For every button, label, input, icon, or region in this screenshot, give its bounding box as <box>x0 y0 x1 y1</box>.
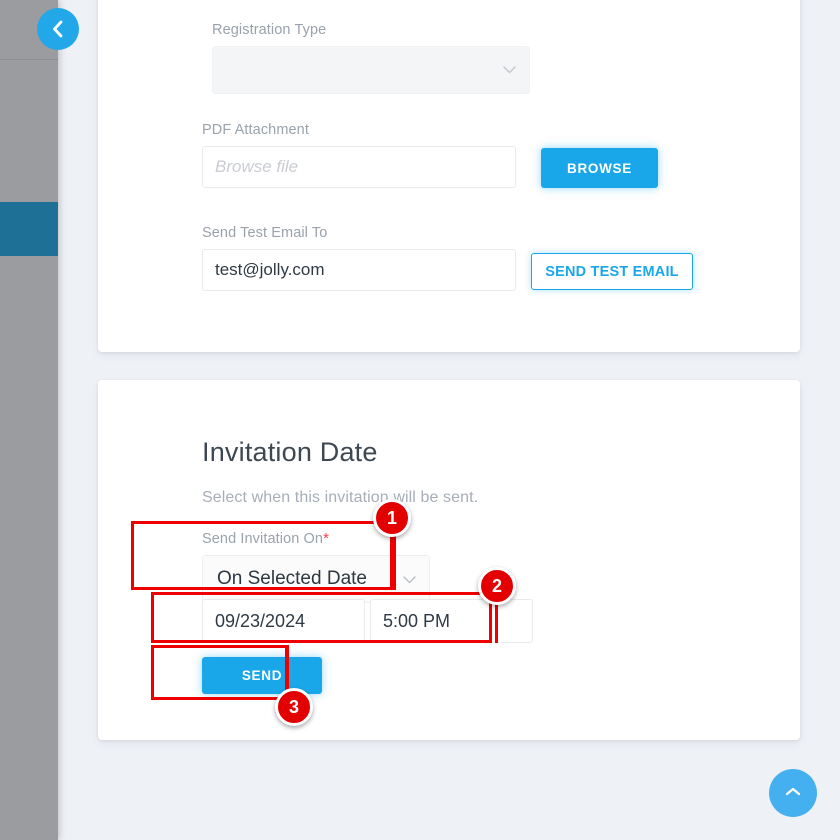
sidebar-item-3[interactable] <box>0 262 58 314</box>
invitation-date-input[interactable] <box>202 599 365 643</box>
card-subtitle: Select when this invitation will be sent… <box>202 489 479 506</box>
pdf-attachment-input[interactable] <box>202 146 516 188</box>
sidebar-item-1[interactable] <box>0 100 58 152</box>
send-test-email-input[interactable] <box>202 249 516 291</box>
send-invitation-on-label: Send Invitation On* <box>202 530 430 547</box>
send-invitation-on-field: Send Invitation On* On Selected Date <box>202 530 430 603</box>
page-title: Invitation Date <box>202 437 378 467</box>
scroll-to-top-button[interactable] <box>769 769 817 817</box>
sidebar-item-active[interactable] <box>0 202 58 256</box>
sidebar-collapse-button[interactable] <box>37 8 79 50</box>
main-content-area: Registration Type PDF Attachment BROWSE … <box>58 0 840 840</box>
sidebar-item-4[interactable] <box>0 314 58 366</box>
sidebar <box>0 0 58 840</box>
pdf-attachment-label: PDF Attachment <box>202 122 309 138</box>
browse-button[interactable]: BROWSE <box>541 148 658 188</box>
send-button[interactable]: SEND <box>202 657 322 694</box>
chevron-left-icon <box>50 19 66 39</box>
email-settings-card: Registration Type PDF Attachment BROWSE … <box>98 0 800 352</box>
send-invitation-on-select[interactable]: On Selected Date <box>202 555 430 603</box>
invitation-date-card: Invitation Date Select when this invitat… <box>98 380 800 740</box>
send-test-email-field: Send Test Email To <box>202 225 516 291</box>
required-marker: * <box>323 530 330 547</box>
sidebar-divider <box>0 59 58 60</box>
pdf-attachment-field: PDF Attachment <box>202 122 516 188</box>
chevron-down-icon <box>403 568 416 590</box>
chevron-down-icon <box>503 61 516 79</box>
send-test-email-button[interactable]: SEND TEST EMAIL <box>531 253 693 290</box>
registration-type-select[interactable] <box>212 46 530 94</box>
chevron-up-icon <box>783 785 803 802</box>
app-root: Registration Type PDF Attachment BROWSE … <box>0 0 840 840</box>
sidebar-item-2[interactable] <box>0 152 58 204</box>
registration-type-label: Registration Type <box>212 22 327 38</box>
send-invitation-on-label-text: Send Invitation On <box>202 531 324 547</box>
invitation-time-input[interactable] <box>370 599 533 643</box>
send-invitation-on-value: On Selected Date <box>217 568 367 589</box>
send-test-email-label: Send Test Email To <box>202 225 328 241</box>
registration-type-field: Registration Type <box>212 22 530 94</box>
